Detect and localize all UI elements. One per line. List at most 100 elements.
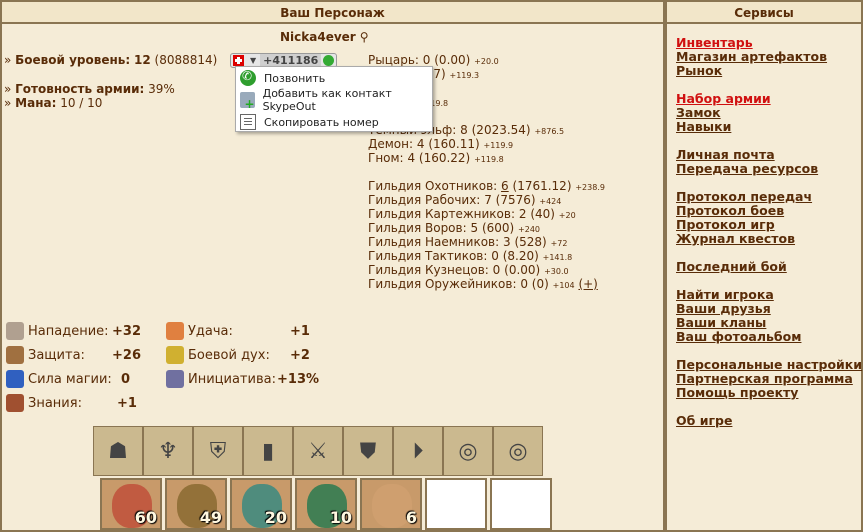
guild-name: Гильдия Оружейников: bbox=[368, 277, 517, 291]
wand-icon bbox=[6, 370, 24, 388]
service-link[interactable]: Журнал квестов bbox=[676, 231, 795, 246]
ring-icon-glyph: ◎ bbox=[508, 438, 528, 464]
character-name[interactable]: Nicka4ever ⚲ bbox=[280, 30, 369, 44]
sword-icon-glyph: ⚔ bbox=[308, 438, 328, 464]
equipment-slot[interactable]: ⛊ bbox=[343, 426, 393, 476]
creature-count: 20 bbox=[264, 508, 287, 527]
chevron-down-icon[interactable]: ▼ bbox=[250, 56, 256, 65]
stat-label: Нападение: bbox=[28, 323, 109, 339]
guild-level: 0 bbox=[520, 277, 528, 291]
faction-increment: +876.5 bbox=[534, 127, 565, 136]
guild-increment: +30.0 bbox=[544, 267, 569, 276]
service-row: Последний бой bbox=[676, 260, 862, 274]
guild-name: Гильдия Рабочих: bbox=[368, 193, 481, 207]
stat-value: +1 bbox=[117, 395, 137, 411]
equipment-slot[interactable]: ♆ bbox=[143, 426, 193, 476]
service-link[interactable]: Ваш фотоальбом bbox=[676, 329, 801, 344]
service-row: Ваш фотоальбом bbox=[676, 330, 862, 344]
equipment-slot[interactable]: ⛨ bbox=[193, 426, 243, 476]
stat-row: Удача: +1 bbox=[166, 322, 310, 340]
army-slot[interactable]: 6 bbox=[360, 478, 422, 530]
guild-list: Гильдия Охотников: 6 (1761.12) +238.9 Гил… bbox=[368, 179, 605, 291]
army-row: 60 49 20 10 6 bbox=[100, 478, 555, 530]
equipment-slot[interactable]: ▮ bbox=[243, 426, 293, 476]
equipment-slot[interactable]: ⚔ bbox=[293, 426, 343, 476]
equipment-slot[interactable]: ⏵ bbox=[393, 426, 443, 476]
service-link[interactable]: Протокол боев bbox=[676, 203, 784, 218]
equipment-slot[interactable]: ◎ bbox=[493, 426, 543, 476]
menu-item-copy-number[interactable]: Скопировать номер bbox=[236, 111, 432, 133]
guild-increment: +104 bbox=[552, 281, 575, 290]
service-row: Личная почта bbox=[676, 148, 862, 162]
service-link[interactable]: Об игре bbox=[676, 413, 732, 428]
equipment-slot[interactable]: ◎ bbox=[443, 426, 493, 476]
cloak-icon-glyph: ▮ bbox=[261, 438, 275, 464]
army-ready-value: 39% bbox=[148, 82, 175, 96]
service-row bbox=[676, 176, 862, 190]
ring-icon-glyph: ◎ bbox=[458, 438, 478, 464]
army-slot[interactable]: 49 bbox=[165, 478, 227, 530]
stat-label: Удача: bbox=[188, 323, 233, 339]
service-link[interactable]: Протокол передач bbox=[676, 189, 812, 204]
army-slot[interactable] bbox=[425, 478, 487, 530]
service-row: Набор армии bbox=[676, 92, 862, 106]
guild-row: Гильдия Кузнецов: 0 (0.00) +30.0 bbox=[368, 263, 605, 277]
service-link[interactable]: Набор армии bbox=[676, 91, 771, 106]
faction-value: 4 (160.22) bbox=[407, 151, 471, 165]
skype-call-icon[interactable] bbox=[323, 55, 335, 66]
phone-icon bbox=[240, 69, 256, 86]
faction-value: 0 (0.00) bbox=[422, 53, 471, 67]
service-link[interactable]: Замок bbox=[676, 105, 721, 120]
faction-increment: +20.0 bbox=[474, 57, 499, 66]
service-link[interactable]: Инвентарь bbox=[676, 35, 753, 50]
service-link[interactable]: Рынок bbox=[676, 63, 722, 78]
stat-value: +32 bbox=[112, 323, 141, 339]
guild-row: Гильдия Тактиков: 0 (8.20) +141.8 bbox=[368, 249, 605, 263]
service-link[interactable]: Магазин артефактов bbox=[676, 49, 827, 64]
service-row bbox=[676, 246, 862, 260]
service-link[interactable]: Партнерская программа bbox=[676, 371, 853, 386]
guild-level: 7 bbox=[484, 193, 492, 207]
service-link[interactable]: Найти игрока bbox=[676, 287, 774, 302]
service-link[interactable]: Ваши друзья bbox=[676, 301, 771, 316]
service-row: Помощь проекту bbox=[676, 386, 862, 400]
service-link[interactable]: Ваши кланы bbox=[676, 315, 766, 330]
service-link[interactable]: Навыки bbox=[676, 119, 731, 134]
service-link[interactable]: Помощь проекту bbox=[676, 385, 798, 400]
faction-row: Гном: 4 (160.22) +119.8 bbox=[368, 151, 564, 165]
service-link[interactable]: Личная почта bbox=[676, 147, 775, 162]
service-row bbox=[676, 400, 862, 414]
guild-row: Гильдия Рабочих: 7 (7576) +424 bbox=[368, 193, 605, 207]
service-row bbox=[676, 274, 862, 288]
nick-text[interactable]: Nicka4ever bbox=[280, 30, 356, 44]
guild-points: (1761.12) bbox=[512, 179, 572, 193]
army-slot[interactable] bbox=[490, 478, 552, 530]
guild-plus-link[interactable]: (+) bbox=[578, 277, 597, 291]
army-slot[interactable]: 10 bbox=[295, 478, 357, 530]
stat-label: Инициатива: bbox=[188, 371, 276, 387]
guild-row: Гильдия Оружейников: 0 (0) +104 (+) bbox=[368, 277, 605, 291]
service-row: Персональные настройки bbox=[676, 358, 862, 372]
character-header: Ваш Персонаж bbox=[2, 2, 663, 24]
faction-row: Рыцарь: 0 (0.00) +20.0 bbox=[368, 53, 564, 67]
service-link[interactable]: Последний бой bbox=[676, 259, 787, 274]
menu-item-call[interactable]: Позвонить bbox=[236, 67, 432, 89]
rainbow-icon bbox=[166, 322, 184, 340]
stat-row: Инициатива: +13% bbox=[166, 370, 319, 388]
guild-level[interactable]: 6 bbox=[501, 179, 509, 193]
equipment-slot[interactable]: ☗ bbox=[93, 426, 143, 476]
services-header: Сервисы bbox=[667, 2, 861, 24]
army-slot[interactable]: 20 bbox=[230, 478, 292, 530]
service-link[interactable]: Персональные настройки bbox=[676, 357, 862, 372]
shield-icon-glyph: ⛊ bbox=[359, 438, 377, 464]
guild-points: (0.00) bbox=[504, 263, 541, 277]
combat-level-row: » Боевой уровень: 12 (8088814) bbox=[4, 53, 218, 67]
hourglass-icon bbox=[166, 370, 184, 388]
service-link[interactable]: Протокол игр bbox=[676, 217, 775, 232]
service-link[interactable]: Передача ресурсов bbox=[676, 161, 818, 176]
guild-level: 2 bbox=[518, 207, 527, 221]
combat-level-value: 12 bbox=[134, 53, 151, 67]
army-slot[interactable]: 60 bbox=[100, 478, 162, 530]
menu-item-add-contact[interactable]: Добавить как контакт SkypeOut bbox=[236, 87, 432, 113]
service-row: Протокол передач bbox=[676, 190, 862, 204]
